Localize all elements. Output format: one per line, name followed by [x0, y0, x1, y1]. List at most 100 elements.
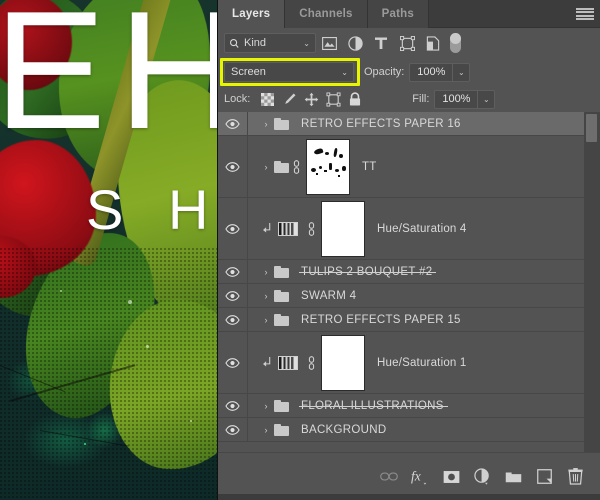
fill-chevron-down-icon[interactable]: ⌄	[478, 89, 496, 109]
layer-name[interactable]: BACKGROUND	[301, 424, 386, 436]
new-group-icon[interactable]	[502, 466, 524, 488]
layer-visibility-toggle[interactable]	[218, 418, 248, 441]
chevron-right-icon[interactable]: ›	[260, 401, 272, 411]
layer-mask-link-icon[interactable]	[304, 221, 318, 236]
layers-panel-bottom-toolbar: fx	[218, 452, 600, 500]
layer-row-swarm-4[interactable]: › SWARM 4	[218, 284, 584, 308]
speck	[190, 420, 192, 422]
layer-name[interactable]: RETRO EFFECTS PAPER 15	[301, 314, 461, 326]
canvas-letter-s: S	[86, 178, 124, 241]
eye-icon	[225, 266, 240, 277]
lock-artboard-nesting-icon[interactable]	[322, 89, 344, 109]
fill-value[interactable]: 100%	[434, 89, 479, 109]
layer-mask-link-icon[interactable]	[304, 355, 318, 370]
layer-mask-link-icon[interactable]	[289, 159, 303, 174]
layer-visibility-toggle[interactable]	[218, 260, 248, 283]
lock-image-pixels-icon[interactable]	[278, 89, 300, 109]
layer-visibility-toggle[interactable]	[218, 394, 248, 417]
layer-name[interactable]: TULIPS 2 BOUQUET #2	[298, 266, 437, 278]
hamburger-menu-icon[interactable]	[576, 7, 594, 21]
link-layers-icon[interactable]	[378, 466, 400, 488]
layer-mask-thumbnail[interactable]	[321, 334, 365, 391]
filter-kind-select[interactable]: Kind ⌄	[224, 33, 316, 53]
layer-list-scrollbar-thumb[interactable]	[586, 114, 597, 142]
folder-icon	[274, 399, 289, 412]
blend-mode-row: Screen ⌄ Opacity: 100% ⌄	[218, 58, 600, 86]
layer-name[interactable]: Hue/Saturation 1	[377, 357, 467, 369]
lock-row: Lock: Fill: 100% ⌄	[218, 86, 600, 112]
layer-row-floral-illustrations[interactable]: › FLORAL ILLUSTRATIONS	[218, 394, 584, 418]
add-layer-mask-icon[interactable]	[440, 466, 462, 488]
lock-all-icon[interactable]	[344, 89, 366, 109]
blend-mode-select[interactable]: Screen ⌄	[224, 62, 354, 82]
layer-row-tulips-2-bouquet-2[interactable]: › TULIPS 2 BOUQUET #2	[218, 260, 584, 284]
layer-filter-row: Kind ⌄	[218, 28, 600, 58]
layer-mask-thumbnail[interactable]	[321, 200, 365, 257]
layer-name[interactable]: SWARM 4	[301, 290, 356, 302]
layer-visibility-toggle[interactable]	[218, 308, 248, 331]
layer-row-retro-effects-paper-15[interactable]: › RETRO EFFECTS PAPER 15	[218, 308, 584, 332]
layer-style-fx-icon[interactable]: fx	[409, 466, 431, 488]
chevron-right-icon[interactable]: ›	[260, 425, 272, 435]
chevron-right-icon[interactable]: ›	[260, 315, 272, 325]
lock-position-icon[interactable]	[300, 89, 322, 109]
layer-row-hue-saturation-4[interactable]: Hue/Saturation 4	[218, 198, 584, 260]
tab-layers[interactable]: Layers	[218, 0, 286, 28]
eye-icon	[225, 314, 240, 325]
chevron-right-icon[interactable]: ›	[260, 291, 272, 301]
layer-visibility-toggle[interactable]	[218, 136, 248, 197]
opacity-chevron-down-icon[interactable]: ⌄	[453, 62, 471, 82]
blend-mode-value: Screen	[231, 66, 266, 78]
layer-visibility-toggle[interactable]	[218, 112, 248, 135]
canvas-letter-h2: H	[168, 178, 209, 241]
speck	[84, 443, 86, 445]
smart-object-filter-icon[interactable]	[420, 32, 446, 54]
chevron-right-icon[interactable]: ›	[260, 267, 272, 277]
filter-enable-toggle[interactable]	[450, 33, 461, 53]
opacity-value[interactable]: 100%	[409, 62, 454, 82]
folder-icon	[274, 117, 289, 130]
pixel-layer-filter-icon[interactable]	[316, 32, 342, 54]
chevron-down-icon[interactable]: ⌄	[303, 39, 310, 48]
hue-saturation-adjustment-icon[interactable]	[278, 355, 298, 370]
layer-name[interactable]: Hue/Saturation 4	[377, 223, 467, 235]
document-canvas[interactable]: E H S H	[0, 0, 218, 500]
chevron-right-icon[interactable]: ›	[260, 162, 272, 172]
chevron-down-icon[interactable]: ⌄	[341, 68, 348, 77]
lock-transparent-pixels-icon[interactable]	[256, 89, 278, 109]
tab-paths[interactable]: Paths	[367, 0, 429, 28]
layer-list-scrollbar-track[interactable]	[584, 112, 600, 452]
canvas-letter-h: H	[118, 0, 218, 164]
layer-visibility-toggle[interactable]	[218, 198, 248, 259]
folder-icon	[274, 313, 289, 326]
tab-channels[interactable]: Channels	[285, 0, 368, 28]
layer-name[interactable]: RETRO EFFECTS PAPER 16	[301, 118, 461, 130]
layer-mask-thumbnail[interactable]	[306, 138, 350, 195]
panel-bottom-edge	[218, 494, 600, 500]
delete-layer-icon[interactable]	[564, 466, 586, 488]
filter-kind-label: Kind	[244, 37, 267, 49]
layer-visibility-toggle[interactable]	[218, 332, 248, 393]
new-fill-adjustment-layer-icon[interactable]	[471, 466, 493, 488]
panel-tab-bar: Layers Channels Paths	[218, 0, 600, 28]
layer-visibility-toggle[interactable]	[218, 284, 248, 307]
chevron-right-icon[interactable]: ›	[260, 119, 272, 129]
type-layer-filter-icon[interactable]	[368, 32, 394, 54]
layer-row-hue-saturation-1[interactable]: Hue/Saturation 1	[218, 332, 584, 394]
eye-icon	[225, 424, 240, 435]
hue-saturation-adjustment-icon[interactable]	[278, 221, 298, 236]
layer-row-retro-effects-paper-16[interactable]: › RETRO EFFECTS PAPER 16	[218, 112, 584, 136]
layer-name[interactable]: TT	[362, 161, 376, 173]
shape-layer-filter-icon[interactable]	[394, 32, 420, 54]
layer-name[interactable]: FLORAL ILLUSTRATIONS	[299, 400, 448, 412]
speck	[128, 300, 132, 304]
folder-icon	[274, 423, 289, 436]
adjustment-layer-filter-icon[interactable]	[342, 32, 368, 54]
layer-list[interactable]: › RETRO EFFECTS PAPER 16 › TT Hue/Satura…	[218, 112, 584, 452]
canvas-letter-e: E	[0, 0, 106, 164]
eye-icon	[225, 118, 240, 129]
layer-row-background[interactable]: › BACKGROUND	[218, 418, 584, 442]
new-layer-icon[interactable]	[533, 466, 555, 488]
eye-icon	[225, 357, 240, 368]
layer-row-tt[interactable]: › TT	[218, 136, 584, 198]
